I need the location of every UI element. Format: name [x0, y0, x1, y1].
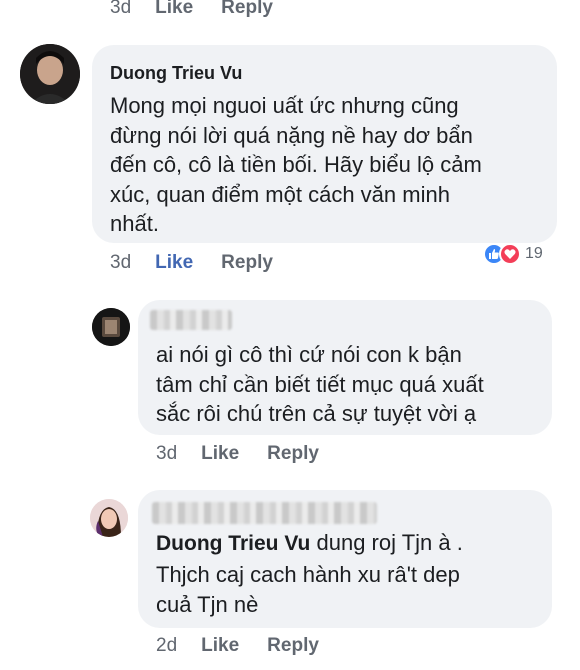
- blurred-author-name: [150, 310, 232, 330]
- reaction-summary[interactable]: 19: [483, 243, 543, 265]
- mention-link[interactable]: Duong Trieu Vu: [156, 532, 310, 555]
- reply-button[interactable]: Reply: [221, 252, 273, 274]
- reply-button[interactable]: Reply: [267, 635, 319, 657]
- comment-line: đến cô, cô là tiền bối. Hãy biểu lộ cảm: [110, 152, 482, 177]
- comment-line: đừng nói lời quá nặng nề hay dơ bẩn: [110, 122, 473, 148]
- comment-line-text: dung roj Tjn à .: [310, 530, 463, 555]
- comment-text: Mong mọi nguoi uất ức nhưng cũng đừng nó…: [110, 91, 482, 239]
- reaction-count: 19: [525, 245, 543, 262]
- comment-bubble: Duong Trieu Vu Mong mọi nguoi uất ức như…: [92, 45, 557, 243]
- reply-bubble: Duong Trieu Vu dung roj Tjn à . Thjch ca…: [138, 490, 552, 628]
- love-icon: [499, 243, 521, 265]
- comment-line: ai nói gì cô thì cứ nói con k bận: [156, 342, 462, 367]
- comment-actions: 3d Like Reply: [110, 252, 273, 274]
- comment-text: Duong Trieu Vu dung roj Tjn à . Thjch ca…: [156, 528, 463, 621]
- like-button[interactable]: Like: [201, 635, 239, 657]
- comment-line: Duong Trieu Vu dung roj Tjn à .: [156, 528, 463, 560]
- avatar[interactable]: [20, 44, 80, 104]
- comment-timestamp: 3d: [156, 443, 178, 464]
- comment-actions: 2d Like Reply: [156, 635, 319, 657]
- comment-line: tâm chỉ cần biết tiết mục quá xuất: [156, 371, 484, 397]
- comment-timestamp: 3d: [110, 252, 132, 273]
- comment-line: sắc rôi chú trên cả sự tuyệt vời ạ: [156, 401, 477, 426]
- avatar-photo: [92, 308, 130, 346]
- like-button[interactable]: Like: [201, 443, 239, 465]
- comment-line: cuả Tjn nè: [156, 592, 259, 617]
- like-button[interactable]: Like: [155, 252, 193, 274]
- comment-text: ai nói gì cô thì cứ nói con k bận tâm ch…: [156, 340, 484, 429]
- blurred-author-name: [152, 502, 377, 524]
- reply-button[interactable]: Reply: [221, 0, 273, 19]
- comment-line: nhất.: [110, 211, 159, 236]
- comment-timestamp: 3d: [110, 0, 132, 18]
- comment-author[interactable]: Duong Trieu Vu: [110, 63, 242, 84]
- comment-line: Mong mọi nguoi uất ức nhưng cũng: [110, 93, 459, 118]
- like-button[interactable]: Like: [155, 0, 193, 19]
- avatar-photo: [20, 44, 80, 104]
- avatar[interactable]: [90, 499, 128, 537]
- comment-line: xúc, quan điểm một cách văn minh: [110, 181, 450, 207]
- avatar-photo: [90, 499, 128, 537]
- comment-actions: 3d Like Reply: [156, 443, 319, 465]
- comment-timestamp: 2d: [156, 635, 178, 656]
- reply-bubble: ai nói gì cô thì cứ nói con k bận tâm ch…: [138, 300, 552, 435]
- avatar[interactable]: [92, 308, 130, 346]
- comment-line: Thjch caj cach hành xu râ't dep: [156, 561, 460, 587]
- top-comment-actions: 3d Like Reply: [110, 0, 273, 19]
- reply-button[interactable]: Reply: [267, 443, 319, 465]
